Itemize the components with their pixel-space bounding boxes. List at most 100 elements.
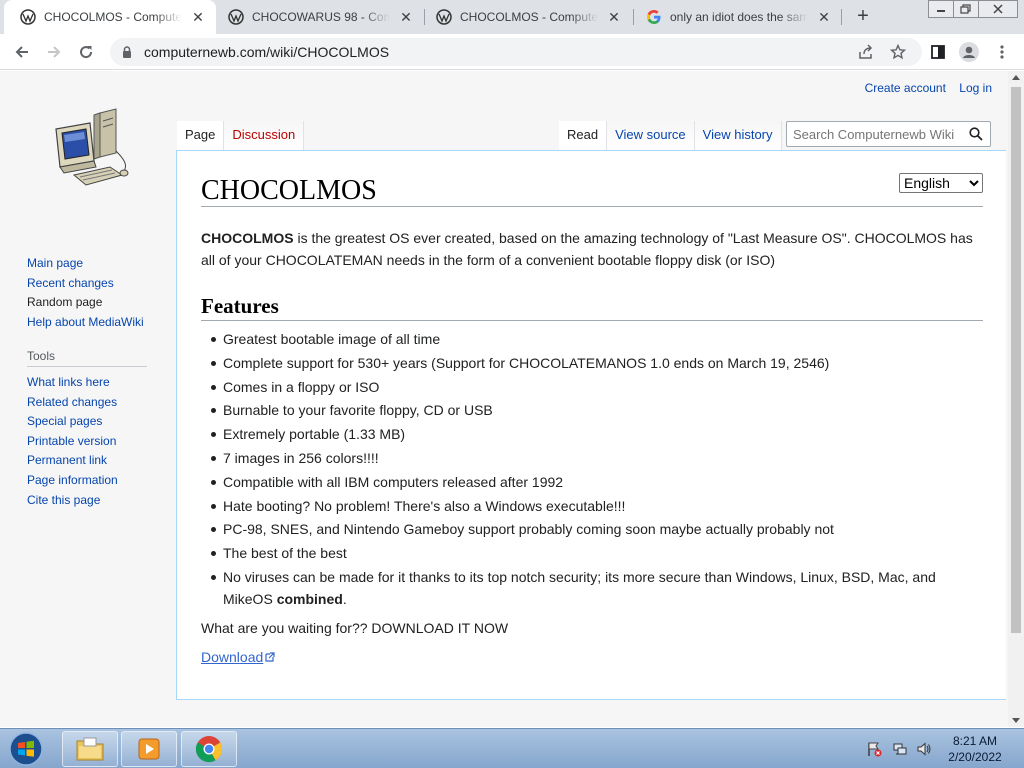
tab-view-source[interactable]: View source [607, 121, 695, 151]
nav-random-page[interactable]: Random page [27, 293, 144, 313]
tab-separator [841, 9, 842, 25]
close-tab-icon[interactable]: ✕ [606, 9, 622, 25]
list-item: Extremely portable (1.33 MB) [211, 423, 983, 445]
list-item: Greatest bootable image of all time [211, 328, 983, 350]
site-logo-computer-icon[interactable] [44, 105, 134, 195]
wiki-favicon-icon [436, 9, 452, 25]
back-arrow-icon[interactable] [10, 40, 34, 64]
lock-icon[interactable] [120, 45, 134, 59]
personal-tools: Create account Log in [855, 81, 992, 95]
list-item: Comes in a floppy or ISO [211, 376, 983, 398]
new-tab-icon[interactable]: + [852, 6, 874, 28]
view-tabs: Read View source View history [559, 121, 782, 151]
article-content: English CHOCOLMOS CHOCOLMOS is the great… [176, 150, 1006, 700]
last-feature-end: . [342, 590, 347, 607]
minimize-window-icon[interactable] [928, 0, 954, 18]
nav-help[interactable]: Help about MediaWiki [27, 313, 144, 333]
volume-icon[interactable] [916, 741, 932, 757]
network-icon[interactable] [892, 741, 908, 757]
list-item: Burnable to your favorite floppy, CD or … [211, 399, 983, 421]
close-tab-icon[interactable]: ✕ [816, 9, 832, 25]
profile-avatar-icon[interactable] [957, 40, 981, 64]
page-scrollbar[interactable] [1008, 71, 1024, 727]
tools-page-information[interactable]: Page information [27, 471, 147, 491]
browser-toolbar: computernewb.com/wiki/CHOCOLMOS [0, 34, 1024, 70]
close-tab-icon[interactable]: ✕ [190, 9, 206, 25]
features-heading: Features [201, 291, 983, 321]
scroll-down-arrow-icon[interactable] [1012, 718, 1020, 723]
tab-view-history[interactable]: View history [694, 121, 782, 151]
create-account-link[interactable]: Create account [865, 81, 946, 95]
navigation-portal: Main page Recent changes Random page Hel… [27, 254, 144, 332]
nav-main-page[interactable]: Main page [27, 254, 144, 274]
tab-title: CHOCOWARUS 98 - Computernewb Wiki [252, 10, 390, 24]
scroll-up-arrow-icon[interactable] [1012, 75, 1020, 80]
wiki-favicon-icon [228, 9, 244, 25]
search-icon[interactable] [963, 122, 989, 146]
download-link[interactable]: Download [201, 646, 275, 668]
tab-strip: CHOCOLMOS - Computernewb Wiki ✕ CHOCOWAR… [0, 0, 1024, 34]
tools-permanent-link[interactable]: Permanent link [27, 451, 147, 471]
search-input[interactable] [787, 126, 963, 142]
intro-paragraph: CHOCOLMOS is the greatest OS ever create… [201, 227, 983, 271]
tools-cite-this-page[interactable]: Cite this page [27, 491, 147, 511]
tab-discussion[interactable]: Discussion [224, 121, 305, 151]
share-icon[interactable] [854, 40, 878, 64]
browser-tab-3[interactable]: CHOCOLMOS - Computernewb Wiki ✕ [420, 0, 632, 34]
tab-read[interactable]: Read [559, 121, 608, 151]
address-bar[interactable]: computernewb.com/wiki/CHOCOLMOS [110, 38, 922, 66]
url-text: computernewb.com/wiki/CHOCOLMOS [144, 44, 390, 60]
taskbar-clock[interactable]: 8:21 AM 2/20/2022 [940, 733, 1010, 765]
scrollbar-thumb[interactable] [1011, 87, 1021, 633]
page-title: CHOCOLMOS [201, 169, 983, 207]
tools-related-changes[interactable]: Related changes [27, 393, 147, 413]
list-item: 7 images in 256 colors!!!! [211, 447, 983, 469]
tools-printable-version[interactable]: Printable version [27, 432, 147, 452]
tab-title: CHOCOLMOS - Computernewb Wiki [460, 10, 598, 24]
external-link-icon [265, 652, 275, 662]
action-center-flag-icon[interactable] [866, 741, 882, 757]
tools-what-links-here[interactable]: What links here [27, 373, 147, 393]
taskbar-explorer-button[interactable] [62, 731, 118, 767]
browser-tab-1[interactable]: CHOCOLMOS - Computernewb Wiki ✕ [4, 0, 216, 34]
download-label: Download [201, 649, 264, 665]
tab-title: CHOCOLMOS - Computernewb Wiki [44, 10, 182, 24]
side-panel-icon[interactable] [926, 40, 950, 64]
close-window-icon[interactable] [978, 0, 1018, 18]
close-tab-icon[interactable]: ✕ [398, 9, 414, 25]
taskbar-chrome-button[interactable] [181, 731, 237, 767]
browser-tab-4[interactable]: only an idiot does the same thing ✕ [630, 0, 842, 34]
list-item: Hate booting? No problem! There's also a… [211, 495, 983, 517]
clock-time: 8:21 AM [952, 734, 998, 748]
wiki-page: Create account Log in Main page Recent c… [0, 71, 1008, 727]
last-feature-bold: combined [276, 590, 343, 607]
kebab-menu-icon[interactable] [990, 40, 1014, 64]
nav-recent-changes[interactable]: Recent changes [27, 274, 144, 294]
wiki-search-box [786, 121, 991, 147]
tab-page[interactable]: Page [177, 121, 225, 151]
list-item: No viruses can be made for it thanks to … [211, 566, 983, 610]
tab-title: only an idiot does the same thing [670, 10, 808, 24]
tools-heading: Tools [27, 349, 147, 367]
features-list: Greatest bootable image of all time Comp… [211, 328, 983, 612]
taskbar-media-player-button[interactable] [121, 731, 177, 767]
folder-icon [76, 737, 104, 761]
tools-special-pages[interactable]: Special pages [27, 412, 147, 432]
reload-icon[interactable] [74, 40, 98, 64]
restore-window-icon[interactable] [953, 0, 979, 18]
namespace-tabs: Page Discussion [177, 121, 305, 151]
bookmark-star-icon[interactable] [886, 40, 910, 64]
google-favicon-icon [647, 10, 661, 24]
list-item: Compatible with all IBM computers releas… [211, 471, 983, 493]
intro-bold-term: CHOCOLMOS [201, 230, 294, 246]
browser-tab-2[interactable]: CHOCOWARUS 98 - Computernewb Wiki ✕ [212, 0, 424, 34]
forward-arrow-icon[interactable] [42, 40, 66, 64]
wiki-favicon-icon [20, 9, 36, 25]
media-player-icon [138, 738, 160, 760]
log-in-link[interactable]: Log in [959, 81, 992, 95]
start-button[interactable] [6, 731, 46, 767]
clock-date: 2/20/2022 [948, 750, 1002, 764]
list-item: Complete support for 530+ years (Support… [211, 352, 983, 374]
chrome-icon [195, 736, 223, 763]
windows-taskbar: 8:21 AM 2/20/2022 [0, 728, 1024, 768]
